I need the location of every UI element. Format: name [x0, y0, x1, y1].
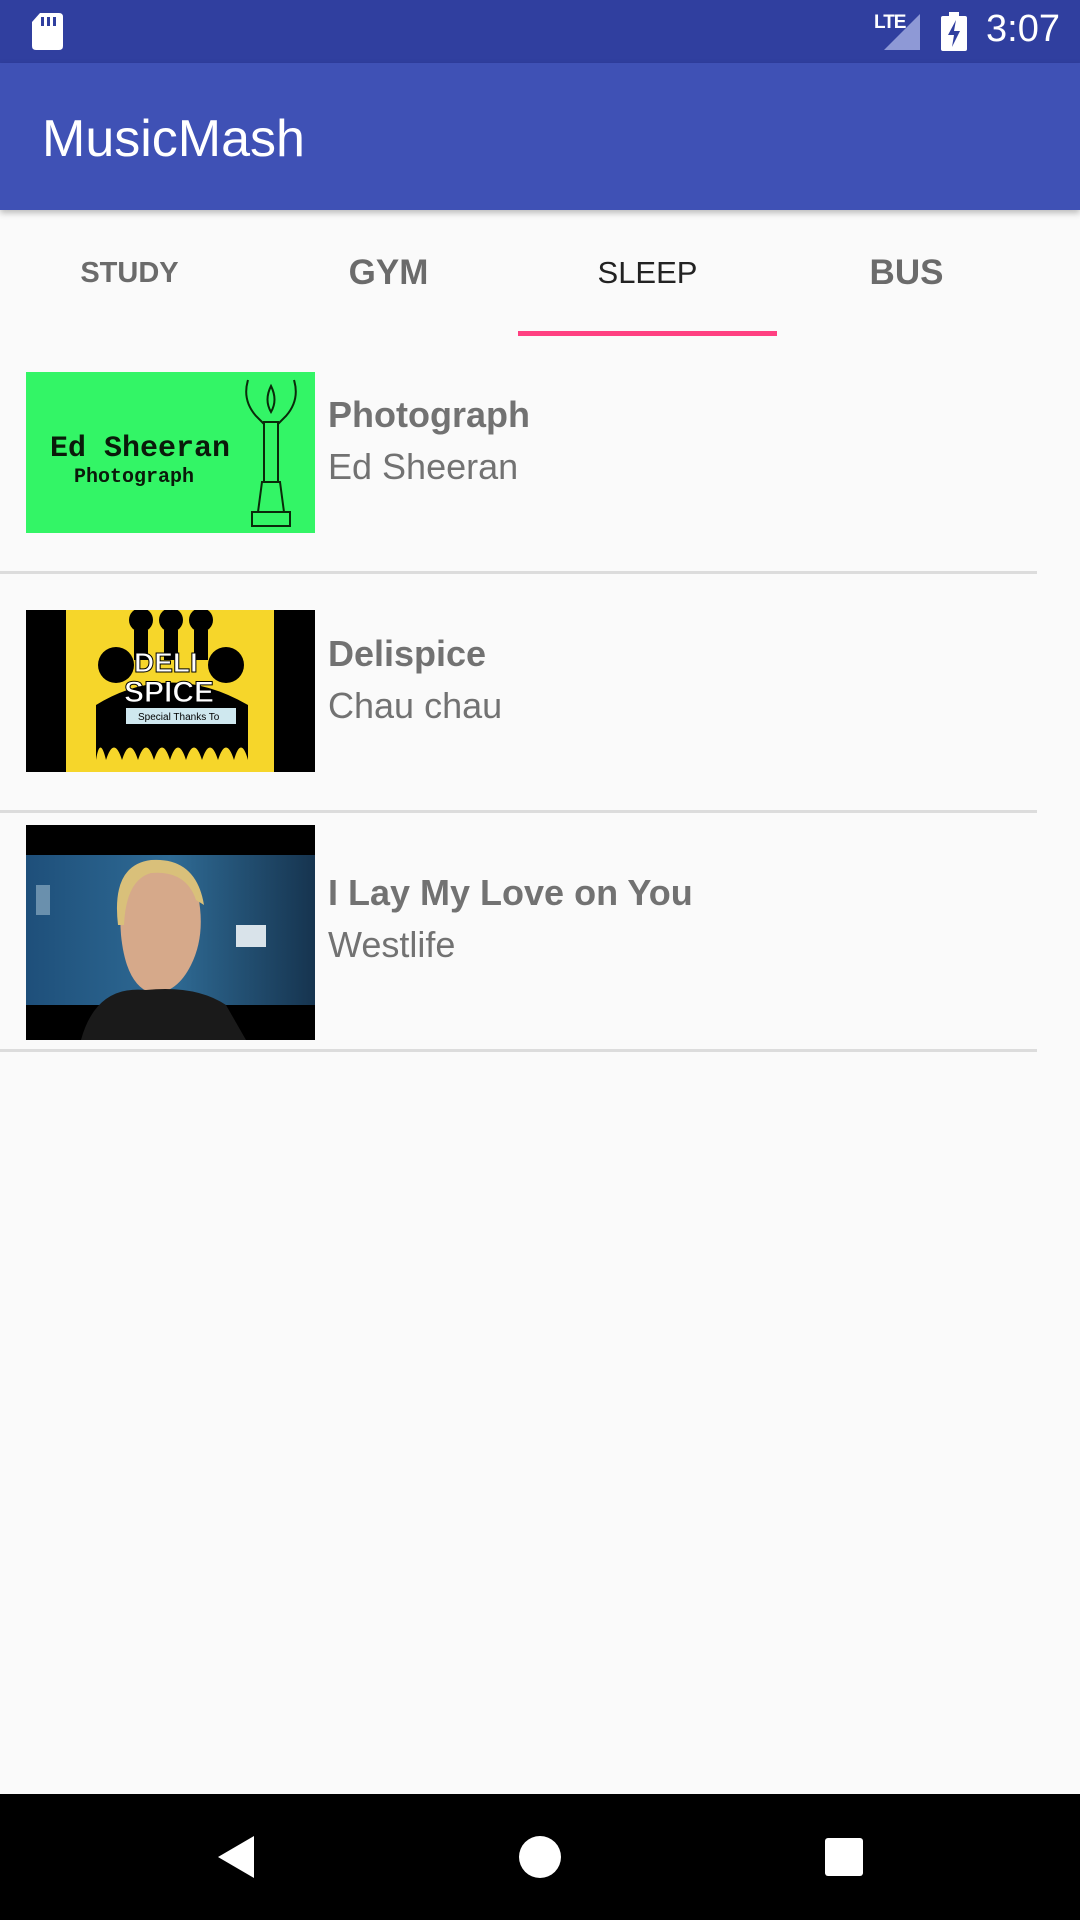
album-art-text: DELI	[134, 647, 198, 678]
album-art: Ed Sheeran Photograph	[26, 372, 315, 533]
album-art-text: Photograph	[74, 466, 194, 489]
album-art-text: Ed Sheeran	[50, 432, 230, 466]
back-icon[interactable]	[166, 1794, 306, 1920]
tab-label: BUS	[869, 253, 944, 292]
song-title: Delispice	[328, 633, 487, 674]
sd-card-icon	[32, 13, 63, 50]
tab-bar: STUDY GYM SLEEP BUS	[0, 210, 1080, 336]
tab-label: SLEEP	[597, 255, 698, 290]
signal-icon	[884, 14, 920, 50]
tab-bus[interactable]: BUS	[777, 210, 1036, 336]
song-artist: Ed Sheeran	[328, 446, 519, 487]
tab-sleep[interactable]: SLEEP	[518, 210, 777, 336]
battery-charging-icon	[941, 12, 967, 51]
list-item[interactable]: DELI SPICE Special Thanks To Delispice C…	[0, 574, 1037, 813]
album-art: DELI SPICE Special Thanks To	[26, 610, 315, 772]
tab-label: STUDY	[80, 256, 179, 289]
tab-gym[interactable]: GYM	[259, 210, 518, 336]
app-title: MusicMash	[42, 110, 305, 168]
album-art-image: Ed Sheeran Photograph	[50, 379, 297, 527]
clock: 3:07	[986, 8, 1060, 50]
song-artist: Westlife	[328, 924, 456, 965]
list-item[interactable]: I Lay My Love on You Westlife	[0, 813, 1037, 1052]
tab-label: GYM	[348, 253, 429, 292]
album-art-text: Special Thanks To	[138, 712, 220, 723]
list-item[interactable]: Ed Sheeran Photograph Photograph Ed Shee…	[0, 336, 1037, 574]
song-title: I Lay My Love on You	[328, 872, 693, 913]
tab-study[interactable]: STUDY	[0, 210, 259, 336]
album-art-image: DELI SPICE Special Thanks To	[66, 610, 274, 772]
status-bar: LTE 3:07	[0, 0, 1080, 63]
song-artist: Chau chau	[328, 685, 503, 726]
navigation-bar	[0, 1794, 1080, 1920]
app-bar: MusicMash	[0, 63, 1080, 210]
home-icon[interactable]	[470, 1794, 610, 1920]
recents-icon[interactable]	[774, 1794, 914, 1920]
album-art-text: SPICE	[124, 676, 214, 709]
song-title: Photograph	[328, 394, 530, 435]
album-art-image	[26, 855, 315, 1040]
album-art	[26, 825, 315, 1040]
